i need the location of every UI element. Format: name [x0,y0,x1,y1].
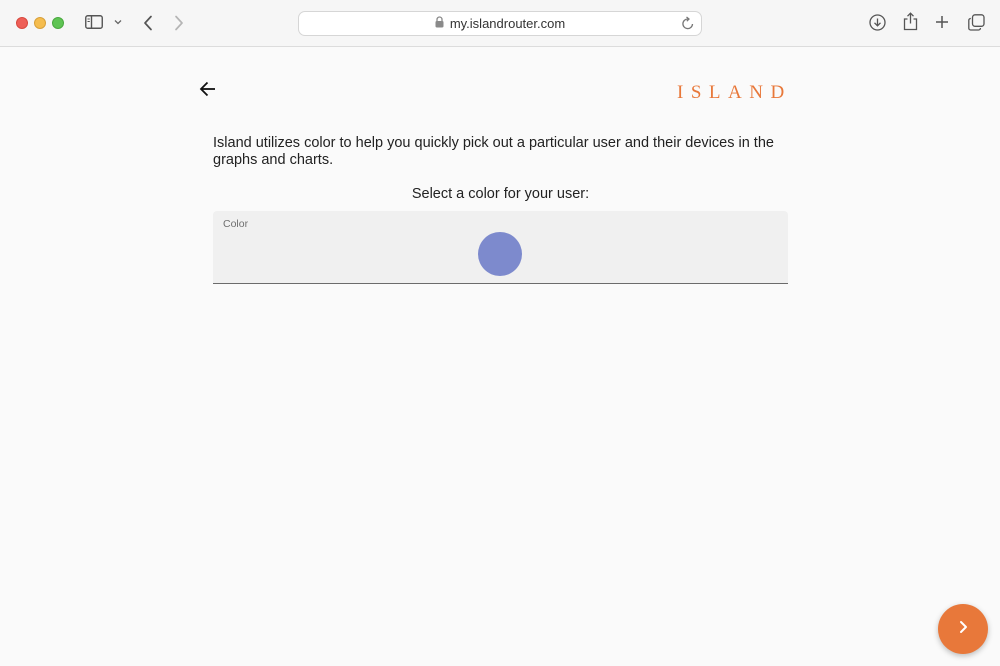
address-bar[interactable]: my.islandrouter.com [298,11,702,36]
lock-icon [435,15,444,33]
url-text: my.islandrouter.com [449,16,566,31]
share-icon[interactable] [903,12,918,31]
zoom-window-button[interactable] [52,17,64,29]
forward-icon[interactable] [174,15,184,31]
browser-window: my.islandrouter.com ISLAND Island utiliz… [0,0,1000,666]
next-button[interactable] [938,604,988,654]
plus-icon[interactable] [935,15,949,29]
intro-text: Island utilizes color to help you quickl… [213,135,774,168]
chevron-down-icon[interactable] [114,19,122,25]
back-icon[interactable] [143,15,153,31]
reload-icon[interactable] [681,16,695,36]
close-window-button[interactable] [16,17,28,29]
sidebar-icon[interactable] [85,15,103,29]
browser-toolbar: my.islandrouter.com [0,0,1000,47]
download-icon[interactable] [869,14,886,31]
minimize-window-button[interactable] [34,17,46,29]
tabs-icon[interactable] [968,14,985,31]
color-field[interactable]: Color [213,211,788,284]
color-field-label: Color [223,218,249,230]
back-arrow-icon[interactable] [199,80,217,103]
color-swatch[interactable] [478,232,522,276]
chevron-right-icon [958,620,968,639]
brand-logo: ISLAND [677,82,792,103]
color-prompt: Select a color for your user: [411,186,590,202]
